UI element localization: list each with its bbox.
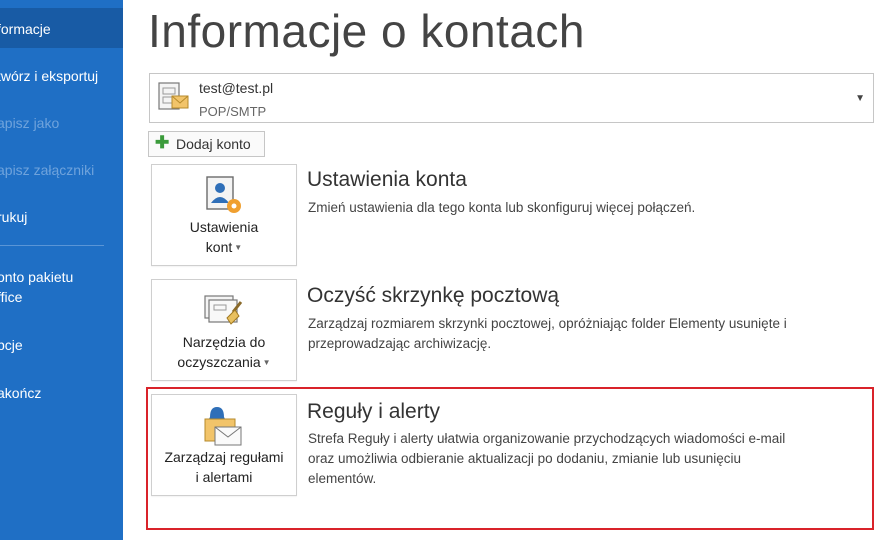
cleanup-tools-button[interactable]: Narzędzia do oczyszczania ▼	[151, 279, 297, 381]
sidebar-item-label: twórz i eksportuj	[0, 68, 99, 84]
account-dropdown[interactable]: test@test.pl POP/SMTP ▼	[149, 73, 874, 123]
plus-icon: ✚	[155, 133, 170, 152]
tile-label: oczyszczania	[177, 354, 261, 370]
sidebar-item-options[interactable]: pcje	[0, 324, 123, 364]
add-account-button[interactable]: ✚ Dodaj konto	[148, 131, 265, 157]
chevron-down-icon: ▼	[234, 243, 243, 253]
sidebar-item-exit[interactable]: akończ	[0, 372, 123, 412]
chevron-down-icon: ▼	[262, 358, 271, 368]
dropdown-caret-icon[interactable]: ▼	[855, 93, 865, 104]
add-account-label: Dodaj konto	[176, 136, 251, 152]
backstage-sidebar: formacje twórz i eksportuj apisz jako ap…	[0, 0, 123, 540]
tile-label: Narzędzia do	[182, 334, 266, 350]
account-settings-icon	[206, 176, 241, 213]
sidebar-item-label: apisz jako	[0, 115, 60, 131]
sidebar-item-label: rukuj	[0, 209, 28, 225]
sidebar-item-label: apisz załączniki	[0, 162, 95, 178]
sidebar-item-label: onto pakietu	[0, 269, 74, 285]
sidebar-item-label: ffice	[0, 289, 23, 305]
account-email: test@test.pl	[199, 80, 274, 96]
section-title-cleanup: Oczyść skrzynkę pocztową	[307, 284, 560, 307]
section-desc-account-settings: Zmień ustawienia dla tego konta lub skon…	[308, 200, 696, 215]
section-title-account-settings: Ustawienia konta	[307, 168, 467, 191]
highlight-box	[146, 387, 874, 530]
sidebar-item-label: akończ	[0, 385, 42, 401]
sidebar-divider	[0, 245, 104, 246]
page-title: Informacje o kontach	[148, 5, 586, 57]
sidebar-item-save-attachments[interactable]: apisz załączniki	[0, 149, 123, 189]
sidebar-item-print[interactable]: rukuj	[0, 196, 123, 236]
account-settings-button[interactable]: Ustawienia kont ▼	[151, 164, 297, 266]
cleanup-tools-icon	[204, 295, 243, 325]
tile-label-row: oczyszczania ▼	[152, 352, 296, 373]
sidebar-item-info[interactable]: formacje	[0, 8, 123, 48]
section-desc-cleanup: przeprowadzając archiwizację.	[308, 336, 492, 351]
sidebar-item-label: formacje	[0, 21, 51, 37]
tile-label-row: kont ▼	[152, 237, 296, 258]
account-icon	[158, 82, 189, 110]
sidebar-item-office-account[interactable]: onto pakietu ffice	[0, 262, 123, 312]
tile-label: kont	[205, 239, 233, 255]
account-type: POP/SMTP	[199, 104, 267, 119]
sidebar-item-label: pcje	[0, 337, 23, 353]
tile-label: Ustawienia	[189, 219, 259, 235]
sidebar-item-open-export[interactable]: twórz i eksportuj	[0, 55, 123, 95]
sidebar-item-save-as[interactable]: apisz jako	[0, 102, 123, 142]
section-desc-cleanup: Zarządzaj rozmiarem skrzynki pocztowej, …	[308, 316, 787, 331]
